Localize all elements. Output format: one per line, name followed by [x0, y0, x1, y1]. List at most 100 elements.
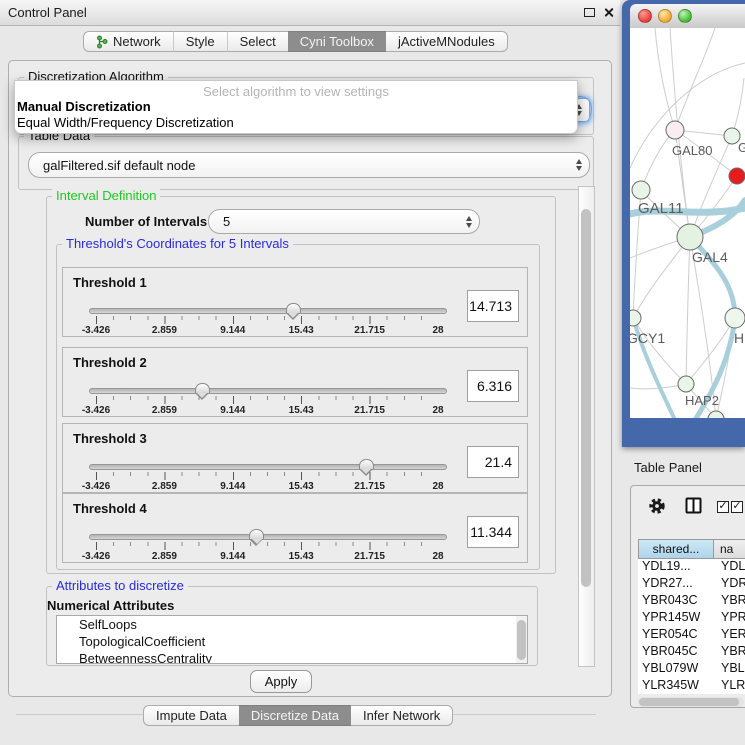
node-right-mid[interactable]	[725, 308, 745, 328]
threshold-3-value-field[interactable]: 21.4	[467, 446, 519, 478]
algorithm-dropdown-popup: Select algorithm to view settings Manual…	[14, 80, 578, 134]
cell: YDL19...	[638, 559, 714, 576]
apply-button[interactable]: Apply	[250, 670, 312, 693]
threshold-title: Threshold 1	[73, 275, 147, 290]
tab-select[interactable]: Select	[227, 31, 288, 52]
table-header-row: shared... na	[638, 539, 745, 559]
checkbox-icon[interactable]: ✓	[731, 501, 743, 513]
panel-vertical-scrollbar[interactable]	[578, 186, 595, 667]
svg-text:GA: GA	[738, 140, 745, 155]
dropdown-option-equal-width[interactable]: Equal Width/Frequency Discretization	[15, 115, 577, 131]
network-canvas[interactable]: GAL80 GA GAL11 GAL4 GCY1 H HAP2	[630, 28, 745, 418]
threshold-title: Threshold 2	[73, 355, 147, 370]
svg-text:GAL80: GAL80	[672, 143, 712, 158]
cell: YLR345W	[638, 678, 714, 694]
svg-text:GCY1: GCY1	[630, 330, 665, 346]
node-gal80[interactable]	[666, 121, 684, 139]
table-row[interactable]: YER054C YER0	[638, 627, 745, 644]
table-data-value: galFiltered.sif default node	[29, 158, 569, 173]
node-gcy1[interactable]	[630, 310, 641, 326]
table-body: YDL19... YDL1 YDR27... YDR2 YBR043C YBR0…	[638, 559, 745, 694]
threshold-3-slider-track[interactable]	[89, 464, 447, 470]
split-columns-icon[interactable]	[685, 497, 702, 514]
tab-style[interactable]: Style	[173, 31, 227, 52]
numerical-attributes-list[interactable]: SelfLoops TopologicalCoefficient Between…	[56, 615, 528, 664]
panel-title: Control Panel	[8, 5, 87, 20]
threshold-1-slider-thumb[interactable]	[286, 303, 301, 313]
cell: YDR27...	[638, 576, 714, 593]
attributes-group-title: Attributes to discretize	[52, 579, 188, 593]
attributes-list-scrollbar[interactable]	[516, 616, 527, 663]
dropdown-option-manual-discretization[interactable]: Manual Discretization	[15, 99, 577, 115]
network-window-titlebar	[630, 4, 745, 28]
node-gal4[interactable]	[677, 224, 703, 250]
cell: YER054C	[638, 627, 714, 644]
number-of-intervals-value: 5	[209, 214, 459, 229]
close-traffic-light-icon[interactable]	[638, 9, 652, 23]
threshold-2-slider-thumb[interactable]	[195, 383, 210, 393]
numerical-attributes-label: Numerical Attributes	[47, 598, 174, 613]
gear-icon[interactable]	[648, 497, 666, 515]
checkbox-icon[interactable]: ✓	[717, 501, 729, 513]
node-hap2[interactable]	[678, 376, 694, 392]
cell: YBL0	[714, 661, 745, 678]
number-of-intervals-combobox[interactable]: 5	[208, 209, 480, 234]
bottom-tab-bar: Impute Data Discretize Data Infer Networ…	[143, 705, 453, 726]
tab-jactivemnodules[interactable]: jActiveMNodules	[386, 31, 508, 52]
list-item[interactable]: BetweennessCentrality	[57, 650, 527, 664]
threshold-2-slider-track[interactable]	[89, 388, 447, 394]
list-item[interactable]: TopologicalCoefficient	[57, 633, 527, 650]
table-row[interactable]: YPR145W YPR1	[638, 610, 745, 627]
threshold-3-slider-thumb[interactable]	[359, 459, 374, 469]
scrollbar-thumb[interactable]	[517, 620, 526, 660]
cell: YER0	[714, 627, 745, 644]
node-left-mid[interactable]	[632, 181, 650, 199]
threshold-4-slider-track[interactable]	[89, 534, 447, 540]
tab-infer-network[interactable]: Infer Network	[351, 705, 453, 726]
column-header-name[interactable]: na	[714, 539, 745, 559]
threshold-4-value-field[interactable]: 11.344	[467, 516, 519, 548]
table-row[interactable]: YLR345W YLR3	[638, 678, 745, 694]
tab-label: Network	[113, 34, 161, 49]
node-red[interactable]	[729, 168, 745, 184]
cell: YBL079W	[638, 661, 714, 678]
float-window-icon[interactable]	[584, 8, 595, 17]
table-row[interactable]: YDL19... YDL1	[638, 559, 745, 576]
svg-text:GAL4: GAL4	[692, 249, 728, 265]
table-row[interactable]: YDR27... YDR2	[638, 576, 745, 593]
thresholds-group-title: Threshold's Coordinates for 5 Intervals	[62, 237, 293, 251]
slider-scale-labels: -3.426 2.859 9.144 15.43 21.715 28	[96, 323, 438, 335]
threshold-1-slider-track[interactable]	[89, 308, 447, 314]
threshold-4-slider-thumb[interactable]	[249, 529, 264, 539]
close-icon[interactable]	[602, 6, 615, 19]
threshold-4-box: Threshold 4 -3.426 2.859 9.144 15.43 21.…	[62, 493, 528, 563]
tab-network[interactable]: Network	[83, 31, 173, 52]
minimize-traffic-light-icon[interactable]	[658, 9, 672, 23]
table-data-combobox[interactable]: galFiltered.sif default node	[28, 152, 590, 178]
threshold-2-value-field[interactable]: 6.316	[467, 370, 519, 402]
list-item[interactable]: SelfLoops	[57, 616, 527, 633]
table-horizontal-scrollbar[interactable]	[638, 697, 744, 707]
cell: YDR2	[714, 576, 745, 593]
tab-discretize-data[interactable]: Discretize Data	[239, 705, 351, 726]
tab-impute-data[interactable]: Impute Data	[143, 705, 239, 726]
svg-text:HAP2: HAP2	[685, 393, 719, 408]
scrollbar-thumb[interactable]	[639, 698, 739, 706]
table-row[interactable]: YBR045C YBR0	[638, 644, 745, 661]
dropdown-hint: Select algorithm to view settings	[15, 81, 577, 99]
table-panel-toolbar: ✓ ✓	[631, 486, 745, 530]
tab-label: Impute Data	[156, 708, 227, 723]
control-panel-titlebar	[0, 0, 620, 26]
svg-text:GAL11: GAL11	[638, 200, 684, 217]
zoom-traffic-light-icon[interactable]	[678, 9, 692, 23]
table-row[interactable]: YBR043C YBR0	[638, 593, 745, 610]
combo-arrows-icon	[459, 216, 479, 228]
scrollbar-thumb[interactable]	[581, 209, 591, 587]
column-header-shared-name[interactable]: shared...	[638, 539, 714, 559]
threshold-1-value-field[interactable]: 14.713	[467, 290, 519, 322]
table-row[interactable]: YBL079W YBL0	[638, 661, 745, 678]
cell: YLR3	[714, 678, 745, 694]
tab-cyni-toolbox[interactable]: Cyni Toolbox	[288, 31, 386, 52]
threshold-title: Threshold 3	[73, 431, 147, 446]
threshold-2-box: Threshold 2 -3.426 2.859 9.144 15.43 21.…	[62, 347, 528, 417]
